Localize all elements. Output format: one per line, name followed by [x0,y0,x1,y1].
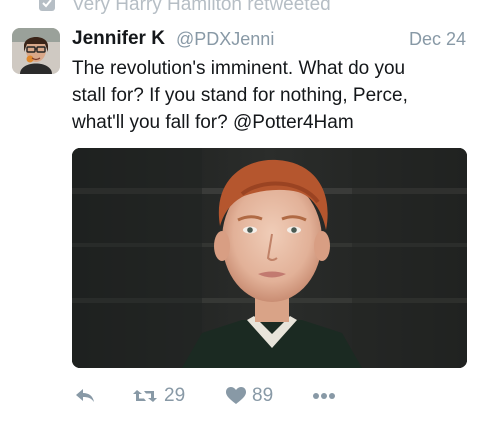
retweet-action-icon [133,390,157,402]
retweet-button[interactable]: 29 [132,382,185,410]
retweet-icon [39,0,55,11]
retweet-context-text: Very Harry Hamilton retweeted [72,0,331,15]
tweet-text: The revolution's imminent. What do you s… [72,55,468,136]
reply-icon [76,389,94,402]
avatar[interactable] [12,28,60,74]
heart-icon [226,387,246,404]
display-name[interactable]: Jennifer K [72,28,165,50]
tweet-text-line: what'll you fall for? @Potter4Ham [72,112,354,133]
tweet-text-line: The revolution's imminent. What do you [72,58,406,79]
user-handle[interactable]: @PDXJenni [176,29,274,50]
tweet-media-photo[interactable] [72,148,467,368]
tweet-text-line: stall for? If you stand for nothing, Per… [72,85,408,106]
more-icon [313,393,335,399]
tweet-header: Jennifer K @PDXJenni Dec 24 [72,28,468,52]
avatar-image [12,28,60,74]
retweet-context: Very Harry Hamilton retweeted [0,0,480,16]
more-button[interactable] [312,382,336,410]
photo-image [72,148,467,368]
like-button[interactable]: 89 [226,382,273,410]
reply-button[interactable] [74,382,96,410]
like-count: 89 [252,385,274,406]
retweet-count: 29 [164,385,186,406]
tweet-date[interactable]: Dec 24 [409,29,466,50]
tweet-actions: 29 89 [72,382,468,410]
